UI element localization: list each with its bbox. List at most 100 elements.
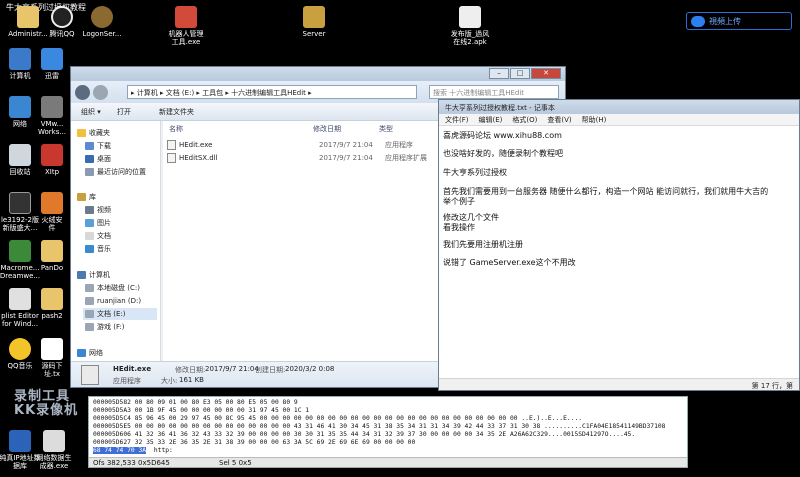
desktop-icon-label: 发布版_過风 在线2.apk [450,30,490,46]
nav-music[interactable]: 音乐 [85,243,111,255]
nav-videos[interactable]: 视频 [85,204,111,216]
cloud-upload-button[interactable]: 視頻上传 [686,12,792,30]
desktop-icon-label: VMw... Works... [37,120,67,136]
nav-drive-f[interactable]: 游戏 (F:) [85,321,125,333]
forward-button[interactable] [93,85,108,100]
open-button[interactable]: 打开 [117,107,131,117]
minimize-button[interactable]: – [489,68,509,79]
text-file-icon [41,338,63,360]
desktop-icon-label: 源码下 址.tx [41,362,63,378]
desktop-icon-source-download[interactable]: 源码下 址.tx [32,338,72,388]
nav-label: 本地磁盘 (C:) [97,284,140,292]
desktop-icon-apk[interactable]: 发布版_過风 在线2.apk [442,6,498,56]
nav-label: 视频 [97,206,111,214]
hex-selected-text: http: [153,447,173,454]
menu-view[interactable]: 查看(V) [545,115,573,125]
column-header-type[interactable]: 类型 [379,124,393,135]
plist-editor-icon [9,288,31,310]
details-modified: 2017/9/7 21:04 [205,365,259,373]
text-line: 说错了 GameServer.exe这个不用改 [443,258,576,267]
watermark-line-2: KK录像机 [14,403,79,418]
search-input[interactable]: 搜索 十六进制编辑工具HEdit [429,85,559,99]
desktop-icon-label: 机器人管理 工具.exe [168,30,204,46]
desktop-icon-pash2[interactable]: pash2 [32,288,72,338]
details-created: 2020/3/2 0:08 [285,365,335,373]
computer-icon [9,48,31,70]
dll-file-icon [167,152,176,163]
vmware-icon [41,96,63,118]
nav-drive-c[interactable]: 本地磁盘 (C:) [85,282,140,294]
notepad-text-area[interactable]: 喜虎源码论坛 www.xihu88.com 也没啥好发的，随便录制个教程吧 牛大… [439,126,799,378]
text-line: 举个例子 [443,197,475,206]
folder-icon [303,6,325,28]
nav-downloads[interactable]: 下载 [85,140,111,152]
details-modified-label: 修改日期: [175,366,206,374]
thunder-icon [41,48,63,70]
organize-button[interactable]: 组织 ▾ [81,107,101,117]
recycle-bin-icon [9,144,31,166]
file-type: 应用程序扩展 [385,153,427,162]
network-data-icon [43,430,65,452]
nav-pictures[interactable]: 图片 [85,217,111,229]
cursor-position: 第 17 行，第 [751,382,793,390]
desktop-icon-logonserver[interactable]: LogonSer... [74,6,130,56]
column-header-modified[interactable]: 修改日期 [313,124,341,135]
nav-desktop[interactable]: 桌面 [85,153,111,165]
desktop-icon-robot-manager[interactable]: 机器人管理 工具.exe [158,6,214,56]
hex-row: 000005D582 00 80 09 01 00 80 E3 05 00 80… [93,399,298,406]
hex-row: 000005D5C4 85 96 45 00 29 97 45 00 8C 95… [93,415,583,422]
text-line: 喜虎源码论坛 www.xihu88.com [443,131,562,140]
nav-favorites[interactable]: 收藏夹 [77,127,110,139]
address-path[interactable]: ▸ 计算机 ▸ 文档 (E:) ▸ 工具包 ▸ 十六进制编辑工具HEdit ▸ [127,85,417,99]
nav-computer[interactable]: 计算机 [77,269,110,281]
menu-edit[interactable]: 编辑(E) [477,115,505,125]
back-button[interactable] [75,85,90,100]
nav-network[interactable]: 网络 [77,347,103,359]
nav-label: 最近访问的位置 [97,168,146,176]
document-icon [85,232,94,240]
watermark-line-1: 录制工具 [14,389,71,404]
drive-icon [85,323,94,331]
navigation-pane: 收藏夹 下载 桌面 最近访问的位置 库 视频 图片 文档 音乐 计算机 本地磁盘… [71,121,161,361]
desktop-icon-server[interactable]: Server [286,6,342,56]
menu-file[interactable]: 文件(F) [443,115,471,125]
recent-places-icon [85,168,94,176]
nav-drive-d[interactable]: ruanjian (D:) [85,295,141,307]
ip-database-icon [9,430,31,452]
text-line: 首先我们需要用到一台服务器 随便什么都行，构造一个网站 能访问就行，我们就用牛大… [443,187,769,196]
desktop-icon-vmware[interactable]: VMw... Works... [32,96,72,146]
nav-label: 文档 [97,232,111,240]
desktop-icon-network-data[interactable]: 网络数据生 成器.exe [32,430,76,477]
nav-recent[interactable]: 最近访问的位置 [85,166,146,178]
cloud-icon [691,15,705,27]
nav-label: 网络 [89,349,103,357]
recorder-watermark: 录制工具 KK录像机 [14,390,78,418]
menu-format[interactable]: 格式(O) [510,115,539,125]
library-icon [77,193,86,201]
desktop-icon-thunder[interactable]: 迅雷 [32,48,72,98]
desktop-icon-xftp[interactable]: XItp [32,144,72,194]
folder-icon [41,240,63,262]
nav-label: 库 [89,193,96,201]
new-folder-button[interactable]: 新建文件夹 [159,107,194,117]
desktop-icon-huorong[interactable]: 火绒安 件 [32,192,72,242]
hex-selected-bytes[interactable]: 68 74 74 70 3A [93,447,147,454]
file-modified: 2017/9/7 21:04 [319,140,373,149]
nav-libraries[interactable]: 库 [77,191,96,203]
nav-label: 游戏 (F:) [97,323,125,331]
hex-editor-panel[interactable]: 000005D582 00 80 09 01 00 80 E3 05 00 80… [88,396,688,468]
nav-drive-e[interactable]: 文档 (E:) [83,308,157,320]
notepad-title[interactable]: 牛大亨系列过授权教程.txt - 记事本 [439,100,799,114]
menu-help[interactable]: 帮助(H) [580,115,609,125]
nav-label: 文档 (E:) [97,310,126,318]
maximize-button[interactable]: □ [510,68,530,79]
network-icon [9,96,31,118]
column-header-name[interactable]: 名称 [169,124,183,135]
exe-file-icon [81,365,99,385]
details-created-label: 创建日期: [255,366,286,374]
desktop-icon-pandownload[interactable]: PanDo [32,240,72,290]
app-icon [9,192,31,214]
nav-documents[interactable]: 文档 [85,230,111,242]
desktop-icon-label: 火绒安 件 [41,216,63,232]
close-button[interactable]: ✕ [531,68,561,79]
